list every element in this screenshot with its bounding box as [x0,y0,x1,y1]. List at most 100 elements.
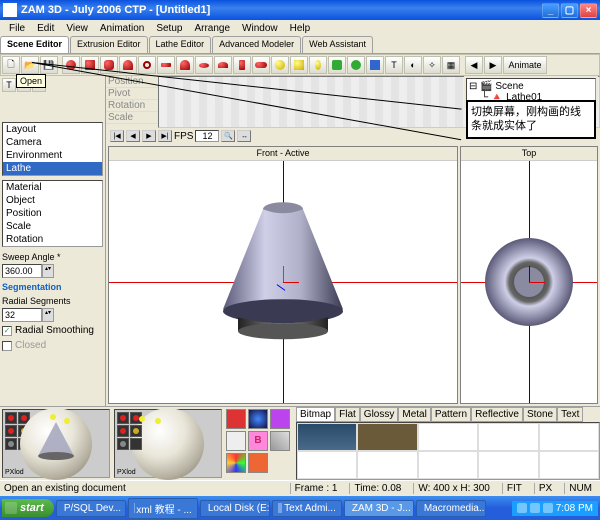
light-1[interactable] [271,56,289,74]
list-item[interactable]: Position [3,207,102,220]
close-button[interactable]: × [580,3,597,18]
status-px[interactable]: PX [534,483,556,494]
prim-plane[interactable] [157,56,175,74]
animate-button[interactable]: Animate [503,56,547,74]
mat-tab-glossy[interactable]: Glossy [360,407,399,422]
material-preview-2[interactable]: PXlod [114,409,222,478]
mat-tab-flat[interactable]: Flat [335,407,360,422]
open-button[interactable]: 📂 [21,56,39,74]
tab-scene-editor[interactable]: Scene Editor [0,36,69,53]
menu-edit[interactable]: Edit [31,22,60,35]
tl-next[interactable]: ▶| [158,130,172,142]
prim-pyramid[interactable] [176,56,194,74]
menu-arrange[interactable]: Arrange [188,22,236,35]
category-list[interactable]: Layout Camera Environment Lathe [2,122,103,176]
tray-icon[interactable] [530,503,540,513]
menu-view[interactable]: View [60,22,94,35]
list-item[interactable]: Material [3,181,102,194]
menu-animation[interactable]: Animation [94,22,150,35]
mat-tab-text[interactable]: Text [557,407,583,422]
tl-play[interactable]: ▶ [142,130,156,142]
status-fit[interactable]: FIT [502,483,526,494]
light-slot[interactable] [117,425,129,437]
sweep-input[interactable] [2,264,42,278]
radial-spinner[interactable]: ▴▾ [42,308,54,322]
taskbar-item[interactable]: xml 教程 - ... [128,498,198,519]
swatch[interactable] [226,409,246,429]
start-button[interactable]: start [2,499,54,517]
tool-misc-3[interactable]: ✧ [423,56,441,74]
taskbar-item[interactable]: Text Admi... [272,500,342,517]
mat-tab-reflective[interactable]: Reflective [471,407,523,422]
tool-green-2[interactable] [347,56,365,74]
light-slot[interactable] [117,412,129,424]
play-back[interactable]: ◀ [465,56,483,74]
tl-range[interactable]: ↔ [237,130,251,142]
tool-misc-2[interactable]: ◐ [404,56,422,74]
light-slot[interactable] [5,412,17,424]
light-3[interactable] [309,56,327,74]
swatch[interactable]: B [248,431,268,451]
taskbar-item[interactable]: Local Disk (E:) [200,500,270,517]
list-item[interactable]: Camera [3,136,102,149]
tool-green-1[interactable] [328,56,346,74]
minimize-button[interactable]: _ [542,3,559,18]
swatch[interactable] [226,453,246,473]
light-slot[interactable] [130,425,142,437]
tool-blue-1[interactable] [366,56,384,74]
play-fwd[interactable]: ▶ [484,56,502,74]
tray-icon[interactable] [543,503,553,513]
tl-first[interactable]: |◀ [110,130,124,142]
light-slot[interactable] [5,438,17,450]
prim-disc[interactable] [195,56,213,74]
prim-capsule[interactable] [252,56,270,74]
swatch[interactable] [248,453,268,473]
material-preview-1[interactable]: PXlod [2,409,110,478]
list-item[interactable]: Lathe [3,162,102,175]
prim-torus[interactable] [138,56,156,74]
tray-icon[interactable] [517,503,527,513]
swatch[interactable] [226,431,246,451]
light-slot[interactable] [117,438,129,450]
menu-window[interactable]: Window [236,22,284,35]
tab-advanced-modeler[interactable]: Advanced Modeler [212,36,301,53]
tab-extrusion-editor[interactable]: Extrusion Editor [70,36,148,53]
prim-tube[interactable] [233,56,251,74]
mat-tab-stone[interactable]: Stone [523,407,557,422]
fps-input[interactable] [195,130,219,142]
sweep-spinner[interactable]: ▴▾ [42,264,54,278]
mat-tab-metal[interactable]: Metal [398,407,430,422]
light-slot[interactable] [5,425,17,437]
tl-zoom[interactable]: 🔍 [221,130,235,142]
closed-checkbox[interactable]: Closed [2,340,103,351]
swatch[interactable] [270,431,290,451]
radial-input[interactable] [2,308,42,322]
radial-smoothing-checkbox[interactable]: ✓ Radial Smoothing [2,325,103,336]
viewport-top[interactable]: Top [460,146,598,404]
list-item[interactable]: Object [3,194,102,207]
list-item[interactable]: Scale [3,220,102,233]
menu-setup[interactable]: Setup [150,22,188,35]
tool-misc-1[interactable]: T [385,56,403,74]
material-grid[interactable] [296,422,600,480]
list-item[interactable]: Layout [3,123,102,136]
menu-file[interactable]: File [3,22,31,35]
tab-web-assistant[interactable]: Web Assistant [302,36,373,53]
list-item[interactable]: Rotation [3,233,102,246]
taskbar-item-active[interactable]: ZAM 3D - J... [344,500,414,517]
tab-lathe-editor[interactable]: Lathe Editor [149,36,212,53]
taskbar-item[interactable]: P/SQL Dev... [56,500,126,517]
new-button[interactable]: 🗋 [2,56,20,74]
property-list[interactable]: Material Object Position Scale Rotation [2,180,103,247]
system-tray[interactable]: 7:08 PM [512,501,598,516]
light-2[interactable] [290,56,308,74]
tool-misc-4[interactable]: ▦ [442,56,460,74]
menu-help[interactable]: Help [284,22,317,35]
viewport-front[interactable]: Front - Active [108,146,458,404]
mat-tab-bitmap[interactable]: Bitmap [296,407,335,422]
light-slot[interactable] [130,438,142,450]
tool-select[interactable]: T [2,78,16,92]
maximize-button[interactable]: ▢ [561,3,578,18]
list-item[interactable]: Environment [3,149,102,162]
swatch[interactable] [270,409,290,429]
